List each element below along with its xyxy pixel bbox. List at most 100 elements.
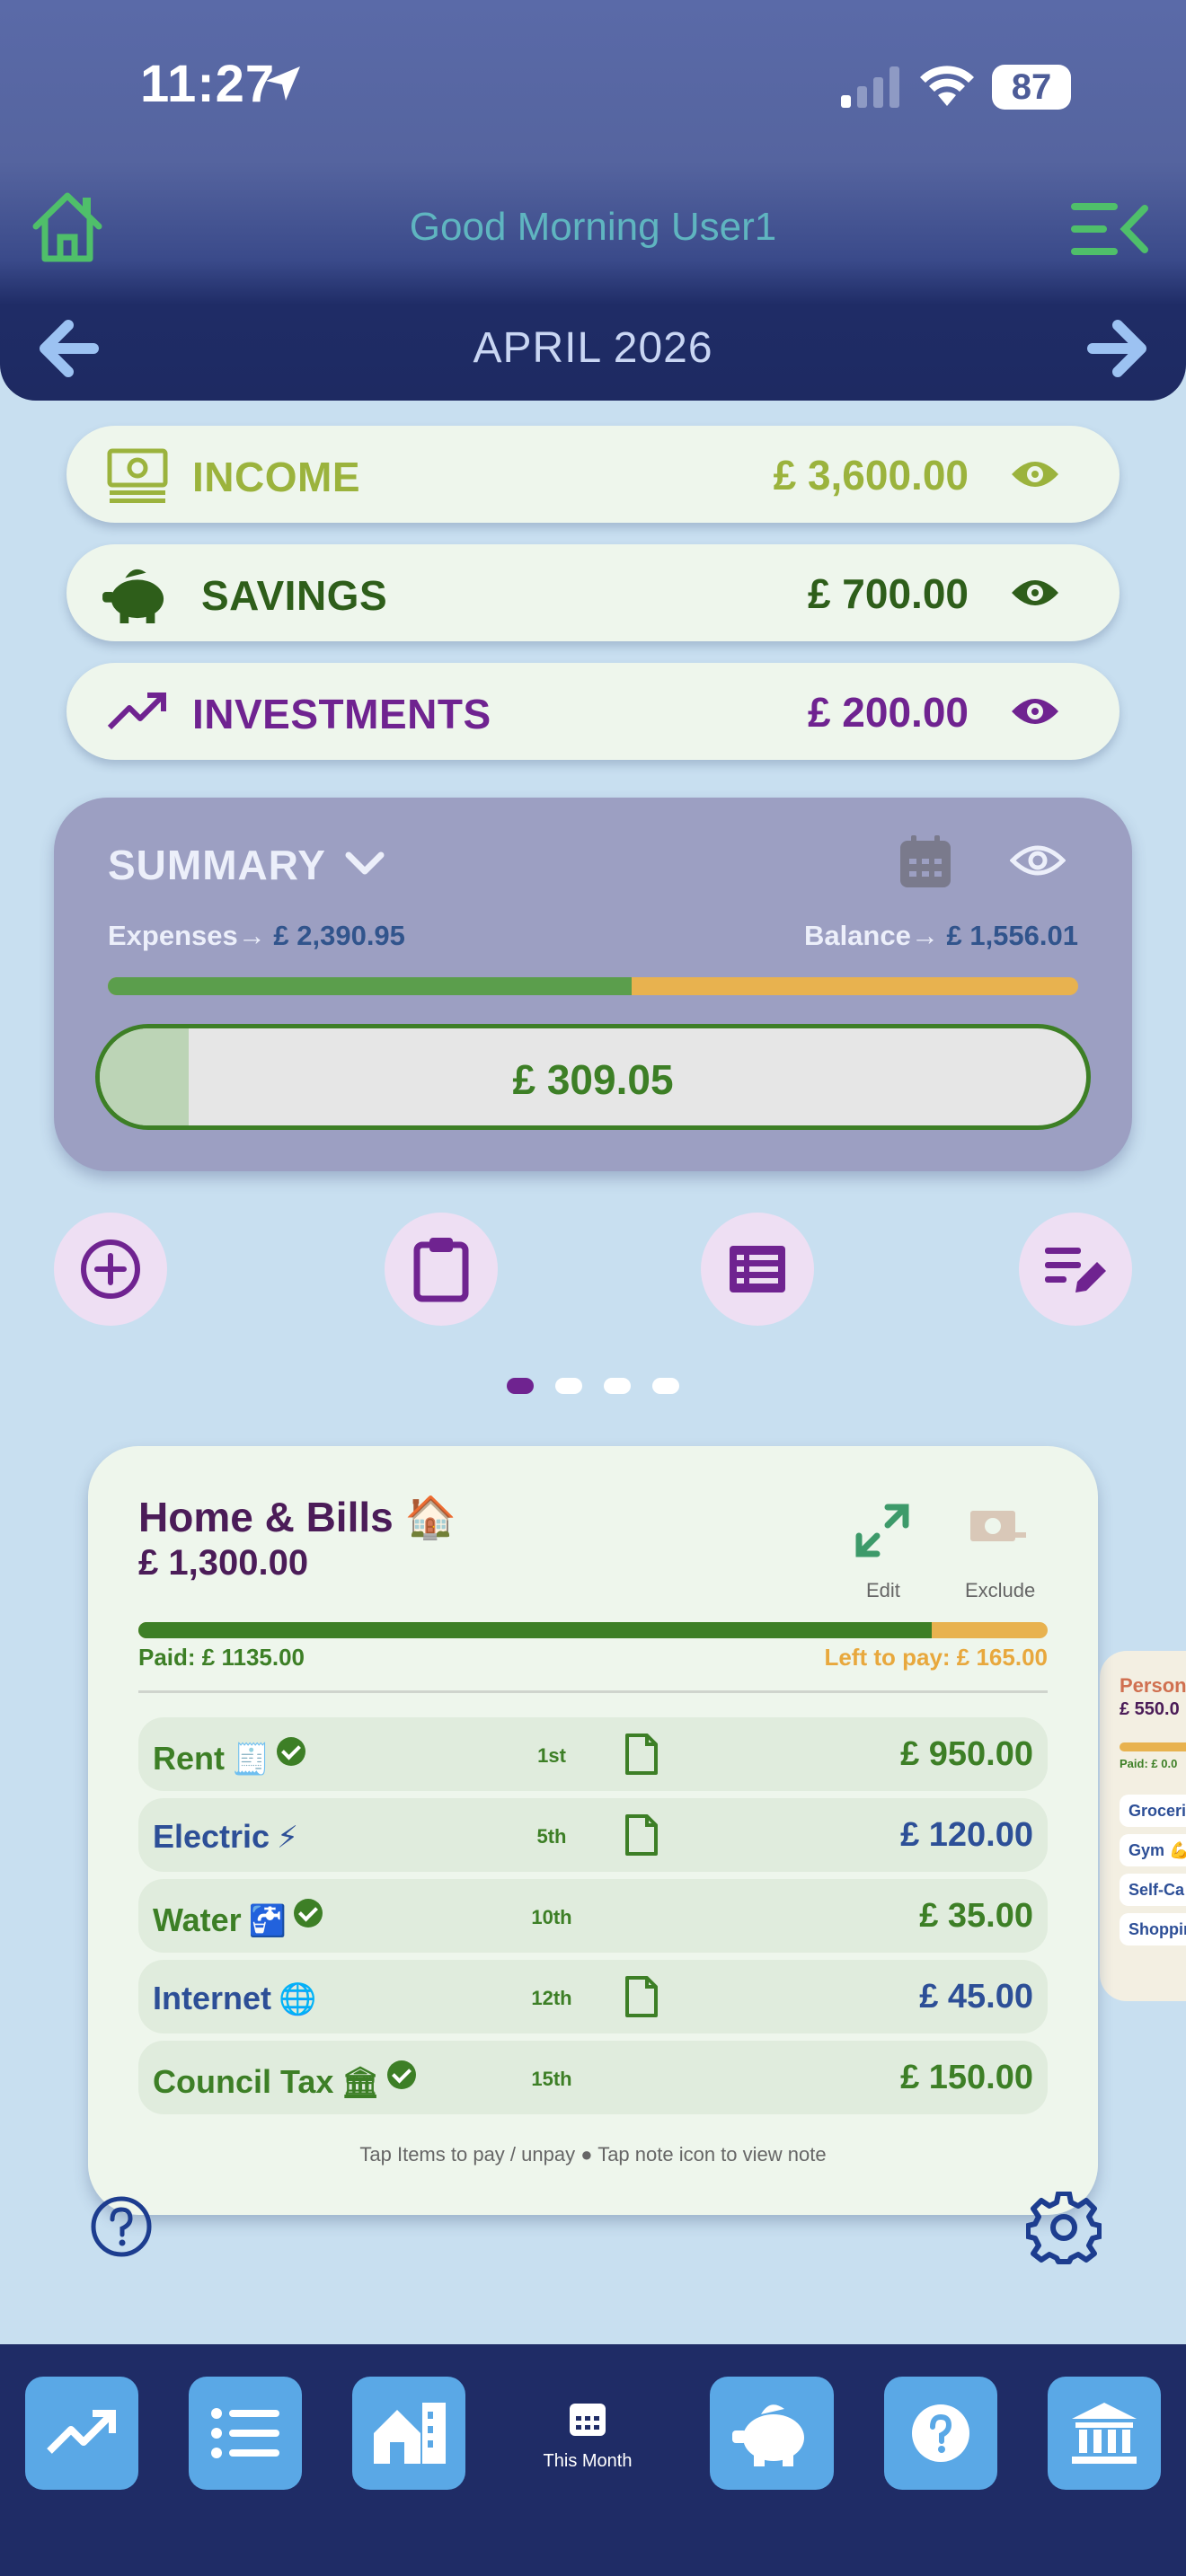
nav-list-button[interactable]	[189, 2377, 302, 2490]
next-month-arrow-icon[interactable]	[1087, 320, 1146, 377]
bill-name: Rent 🧾	[153, 1737, 306, 1778]
bill-due-day: 12th	[531, 1987, 572, 2009]
peek-item[interactable]: Gym 💪	[1120, 1834, 1186, 1866]
income-card[interactable]: INCOME £ 3,600.00	[66, 426, 1120, 523]
investments-amount: £ 200.00	[807, 689, 969, 736]
trending-up-icon	[47, 2410, 116, 2454]
peek-progress-bar	[1120, 1742, 1186, 1751]
expand-icon[interactable]	[854, 1502, 911, 1559]
clipboard-button[interactable]	[385, 1213, 498, 1326]
income-amount: £ 3,600.00	[773, 452, 969, 498]
peek-item[interactable]: Groceri	[1120, 1795, 1186, 1827]
next-category-card-peek[interactable]: Person £ 550.0 Paid: £ 0.0 Groceri Gym 💪…	[1100, 1651, 1186, 2001]
water-tap-icon: 🚰	[248, 1904, 288, 1938]
edit-label: Edit	[866, 1579, 900, 1601]
bills-card-title: Home & Bills 🏠	[138, 1493, 456, 1542]
nav-bank-button[interactable]	[1048, 2377, 1161, 2490]
bill-row-council-tax[interactable]: Council Tax 🏛 15th £ 150.00	[138, 2041, 1048, 2114]
page-indicator	[507, 1378, 686, 1394]
summary-title: SUMMARY	[108, 842, 326, 888]
nav-savings-button[interactable]	[710, 2377, 834, 2490]
page-dot[interactable]	[652, 1378, 679, 1394]
balance-label: Balance→	[803, 920, 939, 951]
note-icon[interactable]	[624, 1813, 659, 1857]
globe-icon: 🌐	[279, 1982, 317, 2016]
peek-item[interactable]: Self-Ca	[1120, 1874, 1186, 1906]
bill-due-day: 1st	[537, 1744, 566, 1767]
bill-amount: £ 45.00	[919, 1978, 1033, 2016]
bill-due-day: 5th	[536, 1825, 567, 1848]
cellular-signal-icon	[841, 66, 899, 108]
bill-name: Electric ⚡	[153, 1818, 298, 1856]
list-icon	[730, 1246, 785, 1292]
bill-name: Internet 🌐	[153, 1980, 316, 2017]
trending-up-icon	[107, 693, 166, 730]
bill-row-internet[interactable]: Internet 🌐 12th £ 45.00	[138, 1960, 1048, 2033]
bill-row-water[interactable]: Water 🚰 10th £ 35.00	[138, 1879, 1048, 1953]
nav-investments-button[interactable]	[25, 2377, 138, 2490]
note-icon[interactable]	[624, 1974, 659, 2019]
menu-collapse-icon[interactable]	[1069, 201, 1148, 257]
savings-amount: £ 700.00	[807, 570, 969, 617]
cash-icon	[107, 448, 168, 503]
edit-note-icon	[1045, 1248, 1106, 1292]
help-circle-icon[interactable]	[90, 2195, 153, 2258]
greeting-text: Good Morning User1	[409, 205, 777, 249]
bill-name: Council Tax 🏛	[153, 2060, 416, 2101]
page-dot[interactable]	[604, 1378, 631, 1394]
calendar-icon[interactable]	[898, 834, 952, 889]
battery-indicator: 87	[992, 65, 1071, 110]
savings-label: SAVINGS	[201, 572, 388, 619]
money-off-icon[interactable]	[969, 1509, 1028, 1548]
eye-icon[interactable]	[1010, 575, 1060, 611]
eye-icon[interactable]	[1010, 841, 1066, 880]
settings-gear-icon[interactable]	[1026, 2192, 1102, 2267]
summary-panel: SUMMARY Expenses→ £ 2,390.95 Balance→ £ …	[54, 798, 1132, 1171]
list-view-button[interactable]	[701, 1213, 814, 1326]
paid-check-icon	[386, 2060, 416, 2089]
investments-card[interactable]: INVESTMENTS £ 200.00	[66, 663, 1120, 760]
eye-icon[interactable]	[1010, 456, 1060, 492]
bill-amount: £ 120.00	[900, 1816, 1033, 1854]
calendar-icon	[570, 2404, 606, 2436]
bill-name-text: Water	[153, 1901, 242, 1938]
paid-check-icon	[294, 1899, 323, 1928]
investments-label: INVESTMENTS	[192, 691, 491, 737]
bank-icon	[1072, 2403, 1137, 2464]
this-month-label: This Month	[543, 2451, 633, 2471]
nav-home-bills-button[interactable]	[352, 2377, 465, 2490]
bill-row-rent[interactable]: Rent 🧾 1st £ 950.00	[138, 1717, 1048, 1791]
paid-check-icon	[277, 1737, 306, 1766]
page-dot-active[interactable]	[507, 1378, 534, 1394]
lightning-icon: ⚡	[277, 1821, 298, 1855]
nav-this-month[interactable]: This Month	[525, 2398, 651, 2472]
clipboard-icon	[413, 1238, 469, 1302]
expense-progress-fill	[108, 977, 633, 995]
bill-amount: £ 35.00	[919, 1897, 1033, 1935]
bill-row-electric[interactable]: Electric ⚡ 5th £ 120.00	[138, 1798, 1048, 1872]
chevron-down-icon[interactable]	[343, 848, 386, 880]
bill-name-text: Rent	[153, 1740, 225, 1777]
eye-icon[interactable]	[1010, 693, 1060, 729]
peek-item[interactable]: Shoppin	[1120, 1913, 1186, 1945]
remaining-amount: £ 309.05	[512, 1056, 674, 1103]
bill-name-text: Electric	[153, 1818, 270, 1855]
piggy-bank-icon	[102, 569, 164, 623]
bill-amount: £ 150.00	[900, 2059, 1033, 2096]
note-icon[interactable]	[624, 1732, 659, 1777]
expense-progress-bar	[108, 977, 1078, 995]
remaining-amount-pill[interactable]: £ 309.05	[95, 1024, 1091, 1130]
bill-amount: £ 950.00	[900, 1735, 1033, 1773]
add-button[interactable]	[54, 1213, 167, 1326]
balance-value: £ 1,556.01	[946, 920, 1078, 951]
divider	[138, 1690, 1048, 1693]
bills-paid-fill	[138, 1622, 933, 1638]
nav-help-button[interactable]	[884, 2377, 997, 2490]
bill-name-text: Internet	[153, 1980, 272, 2016]
page-dot[interactable]	[555, 1378, 582, 1394]
savings-card[interactable]: SAVINGS £ 700.00	[66, 544, 1120, 641]
bills-paid-progress-bar	[138, 1622, 1048, 1638]
home-building-icon	[374, 2403, 446, 2464]
add-circle-icon	[81, 1239, 140, 1299]
edit-notes-button[interactable]	[1019, 1213, 1132, 1326]
